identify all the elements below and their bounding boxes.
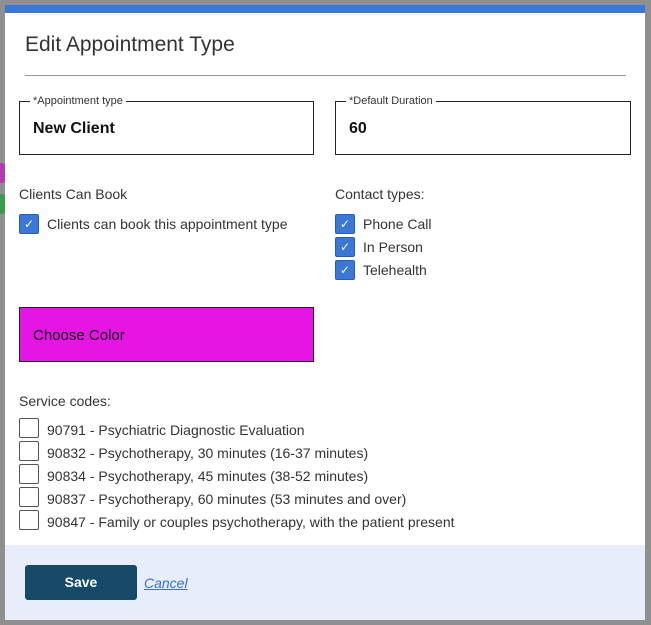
telehealth-label: Telehealth xyxy=(363,262,427,278)
modal-footer: Save Cancel xyxy=(5,545,645,620)
appointment-type-label: *Appointment type xyxy=(30,95,126,107)
service-code-label: 90847 - Family or couples psychotherapy,… xyxy=(47,514,455,530)
in-person-label: In Person xyxy=(363,239,423,255)
in-person-checkbox[interactable]: ✓ xyxy=(335,237,355,257)
service-code-checkbox[interactable] xyxy=(19,418,39,438)
choose-color-button[interactable]: Choose Color xyxy=(19,307,314,362)
service-code-checkbox[interactable] xyxy=(19,510,39,530)
contact-types-heading: Contact types: xyxy=(335,186,425,202)
clients-can-book-label: Clients can book this appointment type xyxy=(47,216,288,232)
service-code-checkbox[interactable] xyxy=(19,464,39,484)
appointment-type-field[interactable]: *Appointment type New Client xyxy=(19,95,314,155)
save-button[interactable]: Save xyxy=(25,565,137,600)
phone-call-checkbox[interactable]: ✓ xyxy=(335,214,355,234)
default-duration-input[interactable]: 60 xyxy=(349,120,367,138)
service-code-label: 90791 - Psychiatric Diagnostic Evaluatio… xyxy=(47,422,305,438)
service-code-checkbox[interactable] xyxy=(19,487,39,507)
telehealth-checkbox[interactable]: ✓ xyxy=(335,260,355,280)
service-code-label: 90834 - Psychotherapy, 45 minutes (38-52… xyxy=(47,468,369,484)
modal-accent-bar xyxy=(5,5,645,13)
default-duration-field[interactable]: *Default Duration 60 xyxy=(335,95,631,155)
modal-title: Edit Appointment Type xyxy=(25,33,235,56)
clients-can-book-heading: Clients Can Book xyxy=(19,186,128,202)
edit-appointment-type-modal: Edit Appointment Type *Appointment type … xyxy=(5,5,645,620)
clients-can-book-checkbox[interactable]: ✓ xyxy=(19,214,39,234)
service-code-label: 90832 - Psychotherapy, 30 minutes (16-37… xyxy=(47,445,369,461)
service-code-label: 90837 - Psychotherapy, 60 minutes (53 mi… xyxy=(47,491,407,507)
default-duration-label: *Default Duration xyxy=(346,95,436,107)
cancel-link[interactable]: Cancel xyxy=(144,575,188,591)
phone-call-label: Phone Call xyxy=(363,216,432,232)
title-divider xyxy=(25,75,626,76)
appointment-type-input[interactable]: New Client xyxy=(33,120,115,138)
service-code-checkbox[interactable] xyxy=(19,441,39,461)
service-codes-heading: Service codes: xyxy=(19,393,111,409)
